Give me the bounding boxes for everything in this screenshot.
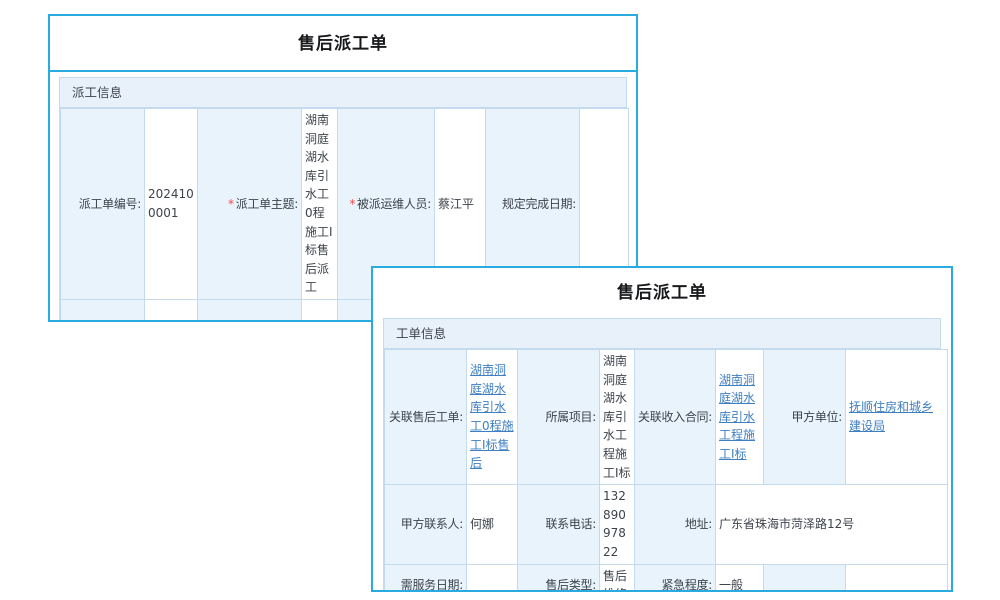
required-marker: * [349,197,355,211]
table-row: 甲方联系人: 何娜 联系电话: 13289097822 地址: 广东省珠海市菏泽… [385,485,948,564]
section-work-order-info-header: 工单信息 [384,319,940,349]
related-order-label: 关联售后工单: [385,350,467,485]
related-order-link[interactable]: 湖南洞庭湖水库引水工0程施工I标售后 [470,363,514,470]
subject-label: *派工单主题: [198,109,302,300]
work-order-panel: 售后派工单 工单信息 关联售后工单: 湖南洞庭湖水库引水工0程施工I标售后 所属… [371,266,953,592]
party-a-cell: 抚顺住房和城乡建设局 [846,350,948,485]
work-order-info-table: 关联售后工单: 湖南洞庭湖水库引水工0程施工I标售后 所属项目: 湖南洞庭湖水库… [384,349,948,592]
project-label: 所属项目: [518,350,600,485]
subject-value: 湖南洞庭湖水库引水工0程施工I标售后派工 [302,109,338,300]
address-value: 广东省珠海市菏泽路12号 [716,485,948,564]
table-row: 需服务日期: 售后类型: 售后维修 紧急程度: 一般 [385,564,948,592]
service-type-label: 售后类型: [518,564,600,592]
empty-label-cell [764,564,846,592]
service-type-value: 售后维修 [600,564,635,592]
address-label: 地址: [635,485,716,564]
contact-label: 甲方联系人: [385,485,467,564]
phone-value: 13289097822 [600,485,635,564]
dispatcher-label: 派工人员: [61,299,145,322]
phone-label: 联系电话: [518,485,600,564]
section-work-order-info: 工单信息 关联售后工单: 湖南洞庭湖水库引水工0程施工I标售后 所属项目: 湖南… [383,318,941,592]
dispatcher-value: 章燕 [145,299,198,322]
screen: 售后派工单 派工信息 派工单编号: 2024100001 *派工单主题: 湖南洞… [0,0,1000,600]
party-a-link[interactable]: 抚顺住房和城乡建设局 [849,400,933,433]
table-row: 关联售后工单: 湖南洞庭湖水库引水工0程施工I标售后 所属项目: 湖南洞庭湖水库… [385,350,948,485]
income-contract-link[interactable]: 湖南洞庭湖水库引水工程施工I标 [719,373,755,461]
service-date-value [467,564,518,592]
dispatch-no-value: 2024100001 [145,109,198,300]
contact-value: 何娜 [467,485,518,564]
page-title: 售后派工单 [50,16,636,72]
party-a-label: 甲方单位: [764,350,846,485]
urgency-value: 一般 [716,564,764,592]
income-contract-label: 关联收入合同: [635,350,716,485]
page-title: 售后派工单 [373,268,951,318]
income-contract-cell: 湖南洞庭湖水库引水工程施工I标 [716,350,764,485]
empty-value-cell [846,564,948,592]
project-value: 湖南洞庭湖水库引水工程施工I标 [600,350,635,485]
dispatch-date-value [302,299,338,322]
service-date-label: 需服务日期: [385,564,467,592]
dispatch-date-label: 派工日期: [198,299,302,322]
related-order-cell: 湖南洞庭湖水库引水工0程施工I标售后 [467,350,518,485]
dispatch-no-label: 派工单编号: [61,109,145,300]
required-marker: * [228,197,234,211]
urgency-label: 紧急程度: [635,564,716,592]
section-dispatch-info-header: 派工信息 [60,78,626,108]
